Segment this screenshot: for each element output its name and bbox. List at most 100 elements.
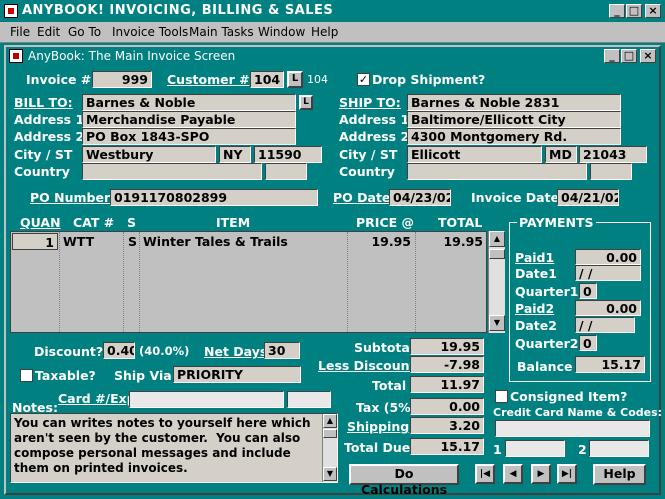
do-calculations-button[interactable]: Do Calculations bbox=[349, 464, 459, 497]
scroll-up-icon[interactable]: ▲ bbox=[489, 231, 505, 247]
code2-label: 2 bbox=[578, 442, 587, 457]
code1-field[interactable] bbox=[505, 440, 565, 457]
inner-close-button[interactable]: × bbox=[640, 49, 656, 63]
shipping-label: Shipping bbox=[347, 419, 410, 434]
subtotal-field: 19.95 bbox=[410, 338, 484, 355]
ship-zip-field[interactable]: 21043 bbox=[579, 146, 647, 163]
taxable-checkbox[interactable] bbox=[20, 369, 33, 382]
ship-address2-label: Address 2 bbox=[339, 129, 410, 144]
invoice-window-title: AnyBook: The Main Invoice Screen bbox=[28, 49, 236, 63]
notes-scroll-thumb[interactable] bbox=[323, 429, 337, 438]
invoice-number-label: Invoice # bbox=[26, 72, 92, 87]
invoice-date-field[interactable]: 04/21/02 bbox=[557, 189, 619, 206]
menu-window[interactable]: Window bbox=[258, 25, 305, 39]
total-due-label: Total Due bbox=[344, 440, 411, 455]
bill-address2-field[interactable]: PO Box 1843-SPO bbox=[82, 128, 296, 145]
row-price[interactable]: 19.95 bbox=[348, 233, 414, 250]
taxable-label: Taxable? bbox=[35, 368, 96, 383]
ship-address1-field[interactable]: Baltimore/Ellicott City bbox=[407, 111, 621, 128]
date2-field[interactable]: / / bbox=[575, 317, 635, 333]
less-discount-field: -7.98 bbox=[410, 356, 484, 373]
customer-number-field[interactable]: 104 bbox=[250, 71, 284, 88]
inner-maximize-button[interactable]: □ bbox=[621, 49, 637, 63]
po-date-field[interactable]: 04/23/02 bbox=[389, 189, 451, 206]
bill-address1-label: Address 1 bbox=[14, 112, 85, 127]
menu-main-tasks[interactable]: Main Tasks bbox=[189, 25, 254, 39]
ship-via-field[interactable]: PRIORITY bbox=[173, 366, 301, 383]
menu-help[interactable]: Help bbox=[311, 25, 338, 39]
ship-country-code-field[interactable] bbox=[590, 163, 632, 180]
bill-zip-field[interactable]: 11590 bbox=[254, 146, 322, 163]
card-number-field[interactable] bbox=[129, 391, 284, 408]
scroll-thumb[interactable] bbox=[489, 249, 505, 259]
bill-to-name-field[interactable]: Barnes & Noble bbox=[82, 94, 296, 111]
row-quan[interactable]: 1 bbox=[12, 233, 58, 250]
notes-scrollbar[interactable]: ▲ ▼ bbox=[322, 414, 337, 482]
close-button[interactable]: × bbox=[645, 4, 661, 18]
notes-scroll-down-icon[interactable]: ▼ bbox=[323, 467, 337, 481]
table-row[interactable]: 1 WTT S Winter Tales & Trails 19.95 19.9… bbox=[11, 232, 487, 251]
scroll-down-icon[interactable]: ▼ bbox=[489, 315, 505, 331]
menu-file[interactable]: File bbox=[10, 25, 30, 39]
row-total[interactable]: 19.95 bbox=[416, 233, 486, 250]
notes-textarea[interactable]: You can writes notes to yourself here wh… bbox=[10, 413, 338, 483]
first-record-button[interactable]: |◀ bbox=[475, 464, 495, 484]
notes-scroll-up-icon[interactable]: ▲ bbox=[323, 414, 337, 428]
menu-goto[interactable]: Go To bbox=[68, 25, 101, 39]
quarter2-field[interactable]: 0 bbox=[579, 335, 597, 351]
customer-lookup-button[interactable]: L bbox=[287, 71, 303, 88]
next-record-button[interactable]: ▶ bbox=[531, 464, 551, 484]
ship-state-field[interactable]: MD bbox=[545, 146, 577, 163]
drop-shipment-checkbox[interactable]: ✓ bbox=[357, 73, 370, 86]
minimize-button[interactable]: _ bbox=[609, 4, 625, 18]
bill-country-field[interactable] bbox=[82, 163, 262, 180]
balance-field: 15.17 bbox=[575, 356, 645, 373]
inner-minimize-button[interactable]: _ bbox=[604, 49, 620, 63]
menu-edit[interactable]: Edit bbox=[37, 25, 60, 39]
payments-title: PAYMENTS bbox=[517, 215, 596, 230]
paid2-field[interactable]: 0.00 bbox=[575, 300, 641, 316]
prev-record-button[interactable]: ◀ bbox=[503, 464, 523, 484]
net-days-field[interactable]: 30 bbox=[264, 342, 300, 359]
credit-card-name-field[interactable] bbox=[495, 420, 650, 437]
date1-field[interactable]: / / bbox=[575, 265, 641, 281]
balance-label: Balance bbox=[517, 359, 573, 374]
bill-address1-field[interactable]: Merchandise Payable bbox=[82, 111, 296, 128]
total-field: 11.97 bbox=[410, 376, 484, 393]
bill-country-code-field[interactable] bbox=[265, 163, 307, 180]
paid1-field[interactable]: 0.00 bbox=[575, 249, 641, 265]
row-cat[interactable]: WTT bbox=[60, 233, 122, 250]
ship-country-field[interactable] bbox=[407, 163, 587, 180]
quarter1-label: Quarter1 bbox=[515, 284, 579, 299]
maximize-button[interactable]: □ bbox=[626, 4, 642, 18]
bill-to-lookup-button[interactable]: L bbox=[299, 95, 313, 110]
ship-address2-field[interactable]: 4300 Montgomery Rd. bbox=[407, 128, 621, 145]
row-s[interactable]: S bbox=[125, 233, 139, 250]
bill-city-field[interactable]: Westbury bbox=[82, 146, 216, 163]
items-scrollbar[interactable]: ▲ ▼ bbox=[488, 231, 505, 333]
code2-field[interactable] bbox=[589, 440, 649, 457]
credit-card-codes-label: Credit Card Name & Codes: bbox=[493, 406, 663, 419]
card-exp-field[interactable] bbox=[287, 391, 331, 408]
app-title-bar: ANYBOOK! INVOICING, BILLING & SALES _ □ … bbox=[0, 0, 665, 22]
row-item[interactable]: Winter Tales & Trails bbox=[140, 233, 345, 250]
help-button[interactable]: Help bbox=[593, 464, 646, 485]
bill-city-label: City / ST bbox=[14, 147, 73, 162]
ship-to-name-field[interactable]: Barnes & Noble 2831 bbox=[407, 94, 621, 111]
items-grid[interactable]: 1 WTT S Winter Tales & Trails 19.95 19.9… bbox=[10, 231, 487, 333]
quarter1-field[interactable]: 0 bbox=[579, 283, 597, 299]
po-number-field[interactable]: 0191170802899 bbox=[110, 189, 318, 206]
consigned-checkbox[interactable] bbox=[495, 390, 508, 403]
quarter2-label: Quarter2 bbox=[515, 336, 579, 351]
shipping-field[interactable]: 3.20 bbox=[410, 417, 484, 434]
ship-country-label: Country bbox=[339, 164, 395, 179]
paid2-label: Paid2 bbox=[515, 301, 555, 316]
bill-state-field[interactable]: NY bbox=[219, 146, 251, 163]
discount-field[interactable]: 0.40 bbox=[103, 342, 135, 359]
tax-field: 0.00 bbox=[410, 398, 484, 415]
ship-city-field[interactable]: Ellicott bbox=[407, 146, 542, 163]
last-record-button[interactable]: ▶| bbox=[557, 464, 577, 484]
menu-invoice-tools[interactable]: Invoice Tools bbox=[112, 25, 188, 39]
less-discount-label: Less Discount bbox=[318, 358, 416, 373]
invoice-number-field[interactable]: 999 bbox=[92, 71, 152, 88]
